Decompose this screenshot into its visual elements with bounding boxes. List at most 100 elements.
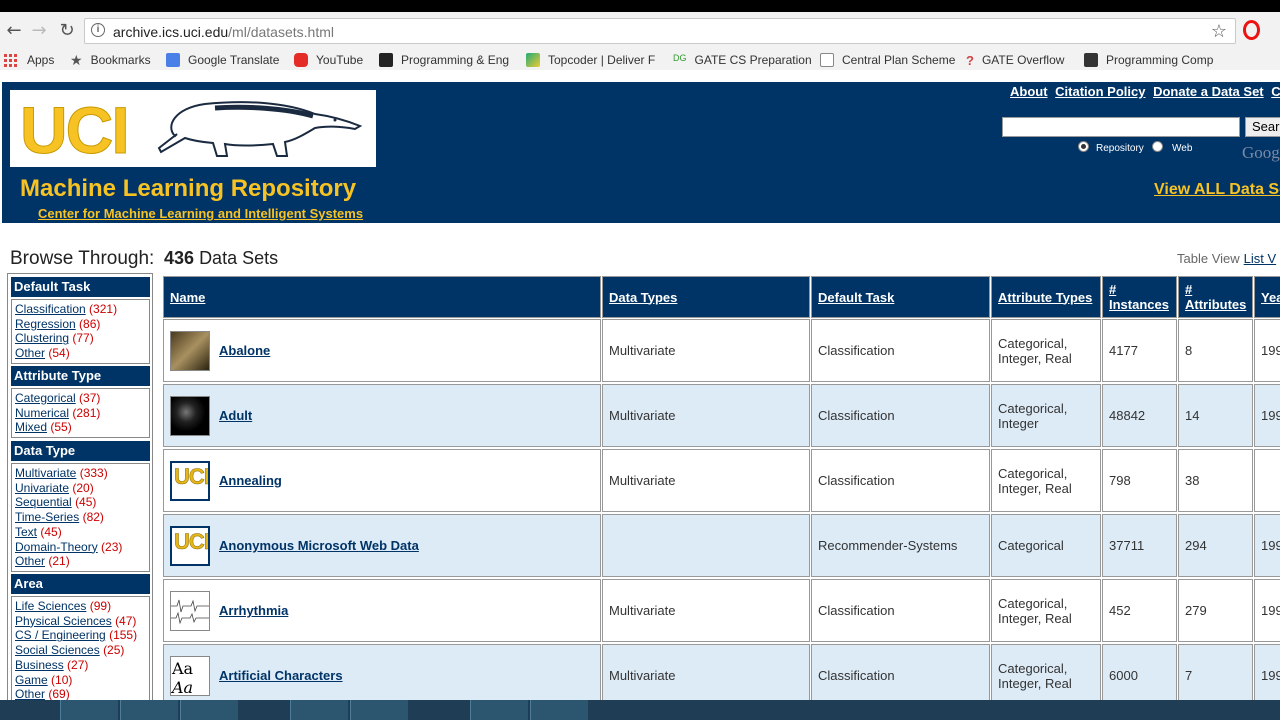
view-all-datasets-link[interactable]: View ALL Data Se <box>1154 181 1280 199</box>
sidebar-item[interactable]: Clustering (77) <box>15 331 149 346</box>
forward-icon[interactable]: → <box>28 20 50 42</box>
sidebar-item[interactable]: Univariate (20) <box>15 481 149 496</box>
bookmark-topcoder[interactable]: Topcoder | Deliver F <box>526 52 655 68</box>
sidebar-item[interactable]: Game (10) <box>15 673 149 688</box>
bookmark-gate-cs[interactable]: DG GATE CS Preparation <box>673 52 812 68</box>
taskbar-app[interactable] <box>120 700 178 720</box>
list-view-link[interactable]: List V <box>1244 251 1277 266</box>
sidebar-item-label[interactable]: Business <box>15 658 64 672</box>
dataset-link[interactable]: Adult <box>219 408 252 423</box>
sidebar-item[interactable]: Physical Sciences (47) <box>15 614 149 629</box>
taskbar-app[interactable] <box>350 700 408 720</box>
column-header-attributes[interactable]: # Attributes <box>1178 276 1253 318</box>
taskbar-app[interactable] <box>290 700 348 720</box>
sidebar-item-label[interactable]: Clustering <box>15 331 69 345</box>
sidebar-item-label[interactable]: Categorical <box>15 391 76 405</box>
column-header-data-types[interactable]: Data Types <box>602 276 810 318</box>
sidebar-item-label[interactable]: CS / Engineering <box>15 628 106 642</box>
column-header-label[interactable]: Data Types <box>609 290 677 305</box>
column-header-attribute-types[interactable]: Attribute Types <box>991 276 1101 318</box>
adult-thumbnail[interactable] <box>170 395 210 436</box>
column-header-label[interactable]: Attribute Types <box>998 290 1092 305</box>
sidebar-item-label[interactable]: Text <box>15 525 37 539</box>
column-header-default-task[interactable]: Default Task <box>811 276 990 318</box>
bookmark-programming-comp[interactable]: Programming Comp <box>1084 52 1213 68</box>
dataset-link[interactable]: Annealing <box>219 473 282 488</box>
about-link[interactable]: About <box>1010 84 1048 99</box>
radio-repository[interactable] <box>1078 141 1089 152</box>
sidebar-item-label[interactable]: Domain-Theory <box>15 540 98 554</box>
search-input[interactable] <box>1002 117 1240 137</box>
column-header-label[interactable]: Name <box>170 290 205 305</box>
back-icon[interactable]: ← <box>3 20 25 42</box>
sidebar-item[interactable]: Other (54) <box>15 346 149 361</box>
sidebar-item-label[interactable]: Other <box>15 346 45 360</box>
sidebar-item[interactable]: Mixed (55) <box>15 420 149 435</box>
sidebar-item[interactable]: Text (45) <box>15 525 149 540</box>
sidebar-item[interactable]: Multivariate (333) <box>15 466 149 481</box>
sidebar-item-label[interactable]: Game <box>15 673 48 687</box>
sidebar-item[interactable]: Other (21) <box>15 554 149 569</box>
sidebar-item[interactable]: Classification (321) <box>15 302 149 317</box>
sidebar-item[interactable]: Business (27) <box>15 658 149 673</box>
sidebar-item-label[interactable]: Univariate <box>15 481 69 495</box>
bookmark-programming-eng[interactable]: Programming & Eng <box>379 52 509 68</box>
sidebar-item-label[interactable]: Physical Sciences <box>15 614 112 628</box>
characters-thumbnail[interactable]: Aa Aa <box>170 655 210 696</box>
taskbar-app[interactable] <box>180 700 238 720</box>
uci-thumbnail[interactable]: UCI <box>170 525 210 566</box>
taskbar-app[interactable] <box>60 700 118 720</box>
sidebar-item[interactable]: Regression (86) <box>15 317 149 332</box>
bookmark-youtube[interactable]: YouTube <box>294 52 363 68</box>
dataset-link[interactable]: Abalone <box>219 343 270 358</box>
radio-web[interactable] <box>1152 141 1163 152</box>
column-header-label[interactable]: # Attributes <box>1185 282 1246 312</box>
site-title[interactable]: Machine Learning Repository <box>20 175 356 203</box>
column-header-name[interactable]: Name <box>163 276 601 318</box>
column-header-instances[interactable]: # Instances <box>1102 276 1177 318</box>
reload-icon[interactable]: ↻ <box>56 20 78 42</box>
ecg-thumbnail[interactable] <box>170 590 210 631</box>
sidebar-item-label[interactable]: Classification <box>15 302 86 316</box>
dataset-link[interactable]: Anonymous Microsoft Web Data <box>219 538 419 553</box>
bookmark-gate-overflow[interactable]: ? GATE Overflow <box>966 52 1064 68</box>
uci-logo[interactable]: UCI <box>10 90 376 168</box>
bookmark-google-translate[interactable]: Google Translate <box>166 52 279 68</box>
sidebar-item-label[interactable]: Sequential <box>15 495 72 509</box>
column-header-label[interactable]: # Instances <box>1109 282 1170 312</box>
sidebar-item[interactable]: Sequential (45) <box>15 495 149 510</box>
info-icon[interactable]: i <box>91 23 105 37</box>
sidebar-item-label[interactable]: Regression <box>15 317 76 331</box>
sidebar-item[interactable]: Numerical (281) <box>15 406 149 421</box>
bookmark-apps[interactable]: Apps <box>4 52 54 68</box>
search-button[interactable]: Sear <box>1245 117 1280 137</box>
opera-extension-icon[interactable] <box>1243 20 1260 40</box>
bookmark-central-plan[interactable]: Central Plan Scheme <box>820 52 955 68</box>
address-bar[interactable]: i archive.ics.uci.edu/ml/datasets.html ☆ <box>84 18 1236 44</box>
abalone-thumbnail[interactable] <box>170 330 210 371</box>
bookmark-bookmarks[interactable]: ★ Bookmarks <box>70 52 151 69</box>
column-header-year[interactable]: Yea <box>1254 276 1280 318</box>
uci-thumbnail[interactable]: UCI <box>170 460 210 501</box>
sidebar-item[interactable]: Domain-Theory (23) <box>15 540 149 555</box>
column-header-label[interactable]: Default Task <box>818 290 894 305</box>
sidebar-item-label[interactable]: Multivariate <box>15 466 76 480</box>
sidebar-item-label[interactable]: Numerical <box>15 406 69 420</box>
taskbar-app[interactable] <box>470 700 528 720</box>
sidebar-item[interactable]: Life Sciences (99) <box>15 599 149 614</box>
sidebar-item-label[interactable]: Social Sciences <box>15 643 100 657</box>
sidebar-item-label[interactable]: Other <box>15 554 45 568</box>
site-subtitle-link[interactable]: Center for Machine Learning and Intellig… <box>38 206 363 221</box>
column-header-label[interactable]: Yea <box>1261 290 1280 305</box>
taskbar-app[interactable] <box>530 700 588 720</box>
sidebar-item[interactable]: Categorical (37) <box>15 391 149 406</box>
dataset-link[interactable]: Artificial Characters <box>219 668 343 683</box>
bookmark-star-icon[interactable]: ☆ <box>1211 21 1227 42</box>
sidebar-item[interactable]: CS / Engineering (155) <box>15 628 149 643</box>
dataset-link[interactable]: Arrhythmia <box>219 603 288 618</box>
sidebar-item-label[interactable]: Mixed <box>15 420 47 434</box>
sidebar-item[interactable]: Time-Series (82) <box>15 510 149 525</box>
citation-policy-link[interactable]: Citation Policy <box>1055 84 1145 99</box>
sidebar-item[interactable]: Social Sciences (25) <box>15 643 149 658</box>
donate-dataset-link[interactable]: Donate a Data Set <box>1153 84 1264 99</box>
